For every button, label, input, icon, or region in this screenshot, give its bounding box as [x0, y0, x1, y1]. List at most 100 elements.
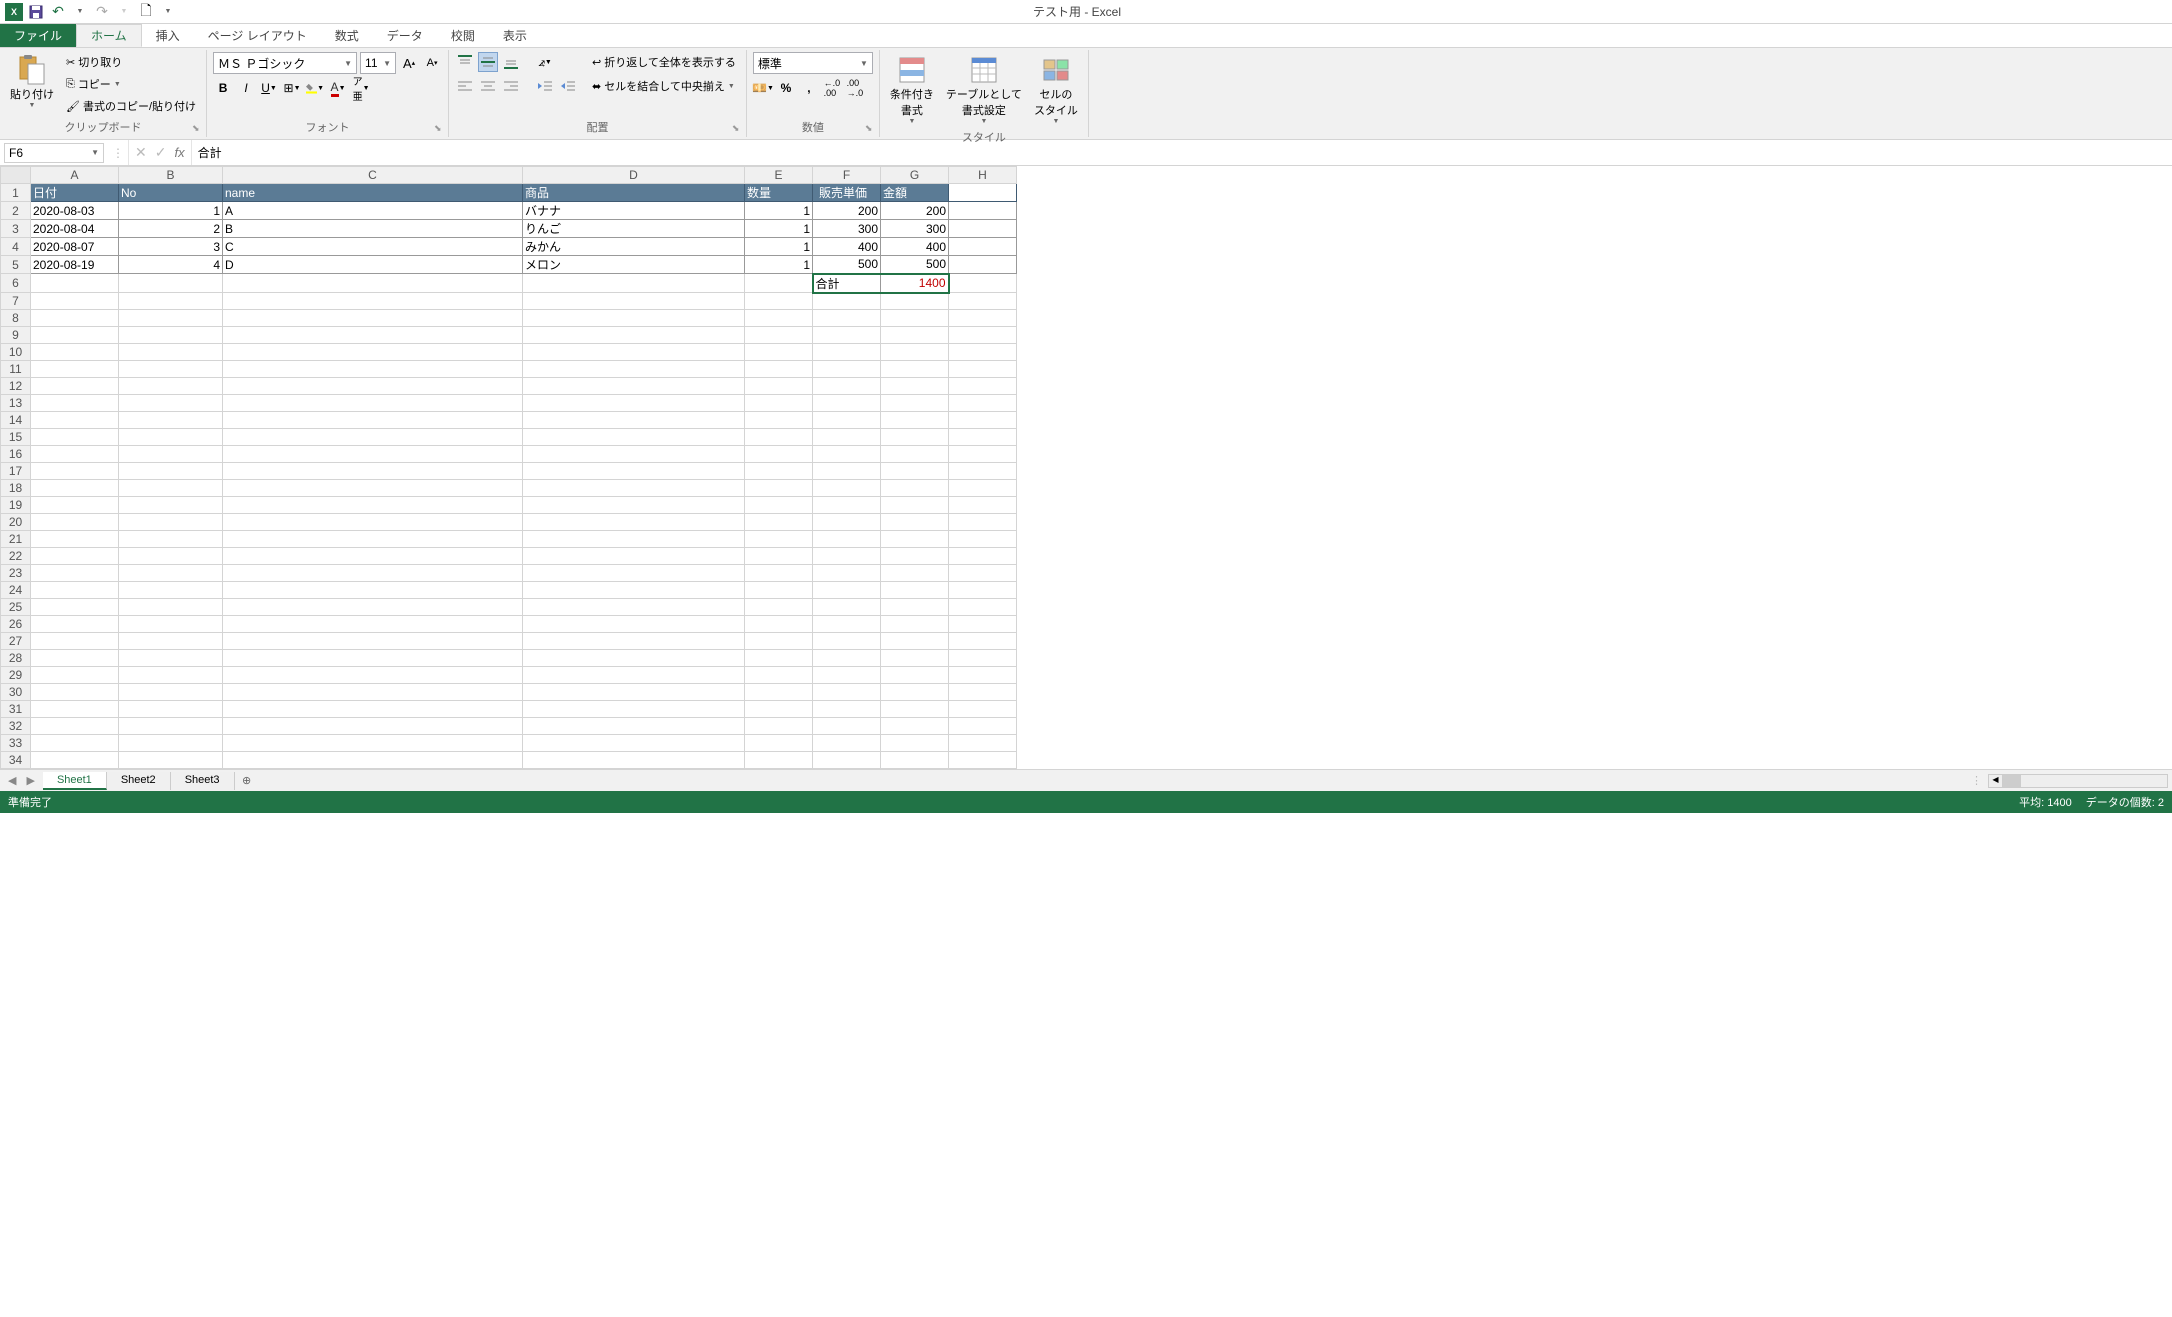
number-format-select[interactable]: 標準▼ [753, 52, 873, 74]
col-header-E[interactable]: E [745, 167, 813, 184]
merge-center-button[interactable]: ⬌ セルを結合して中央揃え ▼ [588, 76, 740, 96]
redo-icon[interactable]: ↷ [92, 2, 112, 22]
row-header-13[interactable]: 13 [1, 395, 31, 412]
row-header-30[interactable]: 30 [1, 684, 31, 701]
row-header-6[interactable]: 6 [1, 274, 31, 293]
fx-icon[interactable]: fx [174, 145, 184, 160]
header-cell[interactable]: 商品 [523, 184, 745, 202]
redo-drop-icon[interactable]: ▼ [114, 2, 134, 22]
undo-drop-icon[interactable]: ▼ [70, 2, 90, 22]
font-size-select[interactable]: 11▼ [360, 52, 396, 74]
row-header-23[interactable]: 23 [1, 565, 31, 582]
row-header-29[interactable]: 29 [1, 667, 31, 684]
header-cell[interactable]: 金額 [881, 184, 949, 202]
cell[interactable]: C [223, 238, 523, 256]
sheet-tab-sheet1[interactable]: Sheet1 [43, 772, 107, 790]
col-header-D[interactable]: D [523, 167, 745, 184]
font-launcher-icon[interactable]: ⬊ [434, 123, 446, 135]
sheet-tab-sheet2[interactable]: Sheet2 [107, 772, 171, 790]
row-header-34[interactable]: 34 [1, 752, 31, 769]
cell[interactable]: バナナ [523, 202, 745, 220]
tab-data[interactable]: データ [373, 24, 437, 47]
cell[interactable]: 2020-08-07 [31, 238, 119, 256]
cell[interactable]: メロン [523, 256, 745, 274]
cell[interactable]: 2020-08-04 [31, 220, 119, 238]
name-box[interactable]: F6▼ [4, 143, 104, 163]
row-header-26[interactable]: 26 [1, 616, 31, 633]
shrink-font-icon[interactable]: A▾ [422, 53, 442, 73]
row-header-17[interactable]: 17 [1, 463, 31, 480]
italic-button[interactable]: I [236, 78, 256, 98]
font-color-button[interactable]: A▼ [328, 78, 348, 98]
cell[interactable]: 300 [881, 220, 949, 238]
cell[interactable]: りんご [523, 220, 745, 238]
row-header-20[interactable]: 20 [1, 514, 31, 531]
row-header-14[interactable]: 14 [1, 412, 31, 429]
cell[interactable]: A [223, 202, 523, 220]
row-header-9[interactable]: 9 [1, 327, 31, 344]
percent-icon[interactable]: % [776, 78, 796, 98]
phonetic-button[interactable]: ア亜▼ [351, 78, 371, 98]
grow-font-icon[interactable]: A▴ [399, 53, 419, 73]
formula-input[interactable]: 合計 [191, 140, 2172, 165]
row-header-4[interactable]: 4 [1, 238, 31, 256]
tab-review[interactable]: 校閲 [437, 24, 489, 47]
cell[interactable]: 1 [745, 256, 813, 274]
row-header-28[interactable]: 28 [1, 650, 31, 667]
cell[interactable]: 400 [881, 238, 949, 256]
col-header-F[interactable]: F [813, 167, 881, 184]
sheet-prev-icon[interactable]: ◀ [8, 774, 16, 787]
row-header-11[interactable]: 11 [1, 361, 31, 378]
alignment-launcher-icon[interactable]: ⬊ [732, 123, 744, 135]
cell[interactable]: 200 [813, 202, 881, 220]
decrease-decimal-icon[interactable]: .00→.0 [845, 78, 865, 98]
tab-file[interactable]: ファイル [0, 24, 76, 47]
qat-customize-icon[interactable]: ▼ [158, 2, 178, 22]
select-all-corner[interactable] [1, 167, 31, 184]
header-cell[interactable]: 販売単価 [813, 184, 881, 202]
header-cell[interactable]: 数量 [745, 184, 813, 202]
header-cell[interactable]: No [119, 184, 223, 202]
row-header-22[interactable]: 22 [1, 548, 31, 565]
cell-styles-button[interactable]: セルの スタイル ▼ [1030, 52, 1082, 127]
tab-home[interactable]: ホーム [76, 24, 142, 47]
cell[interactable]: 200 [881, 202, 949, 220]
border-button[interactable]: ⊞▼ [282, 78, 302, 98]
col-header-G[interactable]: G [881, 167, 949, 184]
cell[interactable]: 2 [119, 220, 223, 238]
bold-button[interactable]: B [213, 78, 233, 98]
save-icon[interactable] [26, 2, 46, 22]
align-right-icon[interactable] [501, 76, 521, 96]
undo-icon[interactable]: ↶ [48, 2, 68, 22]
excel-logo-icon[interactable]: X [4, 2, 24, 22]
row-header-21[interactable]: 21 [1, 531, 31, 548]
row-header-8[interactable]: 8 [1, 310, 31, 327]
cell[interactable]: 1 [745, 202, 813, 220]
row-header-12[interactable]: 12 [1, 378, 31, 395]
cell[interactable]: 500 [813, 256, 881, 274]
increase-indent-icon[interactable] [558, 76, 578, 96]
new-doc-icon[interactable]: 🗋 [136, 2, 156, 22]
col-header-C[interactable]: C [223, 167, 523, 184]
total-label-cell[interactable]: 合計 [813, 274, 881, 293]
format-painter-button[interactable]: 🖌 書式のコピー/貼り付け [62, 96, 200, 116]
row-header-3[interactable]: 3 [1, 220, 31, 238]
row-header-2[interactable]: 2 [1, 202, 31, 220]
cell[interactable]: B [223, 220, 523, 238]
row-header-32[interactable]: 32 [1, 718, 31, 735]
align-middle-icon[interactable] [478, 52, 498, 72]
header-cell[interactable]: name [223, 184, 523, 202]
decrease-indent-icon[interactable] [535, 76, 555, 96]
row-header-16[interactable]: 16 [1, 446, 31, 463]
cell[interactable]: 1 [745, 238, 813, 256]
underline-button[interactable]: U▼ [259, 78, 279, 98]
cell[interactable]: 300 [813, 220, 881, 238]
align-center-icon[interactable] [478, 76, 498, 96]
add-sheet-button[interactable]: ⊕ [235, 774, 259, 787]
cell[interactable]: 4 [119, 256, 223, 274]
row-header-19[interactable]: 19 [1, 497, 31, 514]
row-header-5[interactable]: 5 [1, 256, 31, 274]
tab-page-layout[interactable]: ページ レイアウト [194, 24, 321, 47]
font-name-select[interactable]: ＭＳ Ｐゴシック▼ [213, 52, 357, 74]
comma-icon[interactable]: , [799, 78, 819, 98]
